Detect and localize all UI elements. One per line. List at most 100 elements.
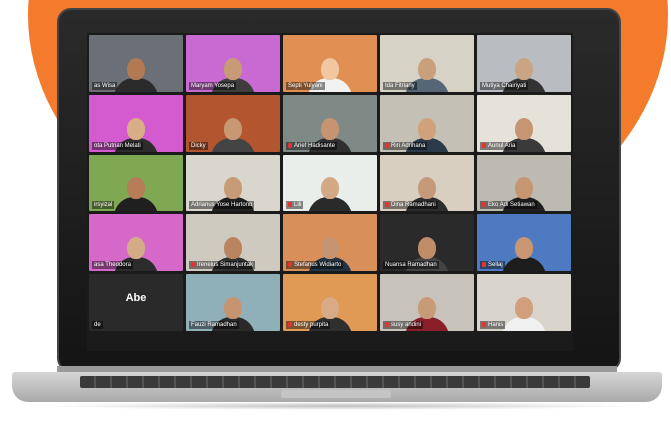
participant-name-text: susy andini	[391, 321, 422, 328]
participant-name-text: Adrianus Yose Hartono	[191, 202, 253, 209]
mic-muted-icon	[288, 142, 292, 148]
participant-tile[interactable]: Stefanus Widiarto	[283, 214, 377, 272]
participant-head	[224, 117, 242, 140]
participant-name-label: Maryam Yosepa	[189, 81, 237, 90]
participant-tile[interactable]: as Wisa	[89, 35, 183, 92]
participant-name-label: Septi Yulyani	[286, 81, 325, 90]
participant-name-text: Arief Hadisante	[294, 142, 336, 149]
participant-name-label: Eko Adi Setiawan	[480, 201, 537, 210]
participant-body	[308, 197, 352, 212]
participant-name-text: irsyizal	[94, 202, 113, 209]
participant-head	[127, 117, 145, 140]
participant-name-text: Septi Yulyani	[288, 82, 323, 89]
laptop-keyboard	[80, 376, 590, 388]
participant-name-label: Lili	[286, 201, 304, 210]
participant-head	[127, 57, 145, 80]
participant-head	[224, 296, 242, 319]
participant-head	[515, 296, 533, 319]
participant-tile[interactable]: Eko Adi Setiawan	[477, 154, 571, 212]
participant-tile[interactable]: Adrianus Yose Hartono	[186, 154, 280, 212]
participant-name-label: Sellaj	[480, 261, 505, 270]
participant-tile[interactable]: irsyizal	[89, 154, 183, 212]
participant-name-text: ota Putrian Melati	[94, 142, 141, 149]
participant-head	[321, 117, 339, 140]
participant-tile[interactable]: Lili	[283, 154, 377, 212]
participant-avatar-text: Abe	[125, 292, 147, 305]
participant-tile[interactable]: Dina Ramadhani	[380, 154, 474, 212]
participant-tile[interactable]: Ida Fitriany	[380, 35, 474, 92]
participant-name-text: Mutiya Chairiyati	[482, 82, 527, 89]
participant-body	[211, 137, 255, 152]
participant-name-label: as Wisa	[92, 81, 118, 90]
participant-name-text: Lili	[294, 202, 302, 209]
participant-name-text: Sellaj	[488, 262, 503, 269]
mic-muted-icon	[482, 202, 486, 208]
participant-name-text: Dicky	[191, 142, 206, 149]
participant-head	[418, 177, 436, 200]
participant-name-label: Mutiya Chairiyati	[480, 81, 529, 90]
participant-tile[interactable]: Nuansa Ramadhan	[380, 214, 474, 272]
participant-name-text: desty purpita	[294, 321, 329, 328]
participant-name-text: Ireneius Simanjuntak	[197, 262, 254, 269]
participant-tile[interactable]: Arief Hadisante	[283, 94, 377, 152]
participant-tile[interactable]: Hanis	[477, 274, 571, 331]
participant-head	[418, 237, 436, 260]
participant-name-label: Ireneius Simanjuntak	[189, 261, 256, 270]
mic-muted-icon	[385, 321, 389, 327]
participant-tile[interactable]: Abe de	[89, 274, 183, 331]
participant-tile[interactable]: Riri Adrihana	[380, 94, 474, 152]
participant-name-text: asa Theodora	[94, 262, 131, 269]
participant-tile[interactable]: Maryam Yosepa	[186, 35, 280, 92]
participant-head	[127, 177, 145, 200]
participant-name-text: Aunul Aria	[488, 142, 516, 149]
participant-name-label: Dina Ramadhani	[383, 201, 438, 210]
participant-head	[224, 177, 242, 200]
mic-muted-icon	[482, 321, 486, 327]
participant-body	[502, 257, 546, 272]
participant-name-label: ota Putrian Melati	[92, 141, 143, 150]
participant-head	[515, 117, 533, 140]
participant-name-label: Dicky	[189, 141, 208, 150]
participant-body	[502, 316, 546, 331]
participant-name-label: Nuansa Ramadhan	[383, 261, 439, 270]
participant-tile[interactable]: Mutiya Chairiyati	[477, 35, 571, 92]
participant-tile[interactable]: Septi Yulyani	[283, 35, 377, 92]
participant-name-text: Maryam Yosepa	[191, 82, 235, 89]
participant-tile[interactable]: ota Putrian Melati	[89, 94, 183, 152]
mic-muted-icon	[385, 202, 389, 208]
participant-tile[interactable]: Ireneius Simanjuntak	[186, 214, 280, 272]
mic-muted-icon	[482, 142, 486, 148]
participant-name-label: Aunul Aria	[480, 141, 518, 150]
participant-name-label: Riri Adrihana	[383, 141, 428, 150]
mic-muted-icon	[288, 262, 292, 268]
participant-tile[interactable]: asa Theodora	[89, 214, 183, 272]
participant-head	[515, 237, 533, 260]
participant-tile[interactable]: Aunul Aria	[477, 94, 571, 152]
participant-name-text: Nuansa Ramadhan	[385, 262, 437, 269]
participant-tile[interactable]: Fauzi Ramadhan	[186, 274, 280, 331]
participant-name-text: Dina Ramadhani	[391, 202, 436, 209]
participant-tile[interactable]: Sellaj	[477, 214, 571, 272]
participant-name-text: de	[94, 321, 101, 328]
participant-name-text: Eko Adi Setiawan	[488, 202, 535, 209]
participant-name-label: susy andini	[383, 320, 424, 329]
participant-grid: as Wisa Maryam Yosepa Septi Yulyani Ida Fit…	[87, 33, 573, 333]
participant-name-text: Fauzi Ramadhan	[191, 321, 237, 328]
participant-name-label: desty purpita	[286, 320, 331, 329]
participant-name-text: Ida Fitriany	[385, 82, 415, 89]
participant-tile[interactable]: desty purpita	[283, 274, 377, 331]
participant-name-text: Riri Adrihana	[391, 142, 426, 149]
participant-head	[418, 117, 436, 140]
participant-name-label: irsyizal	[92, 201, 115, 210]
participant-tile[interactable]: susy andini	[380, 274, 474, 331]
participant-tile[interactable]: Dicky	[186, 94, 280, 152]
participant-head	[418, 296, 436, 319]
participant-head	[321, 237, 339, 260]
screen-footer-bar	[87, 333, 573, 351]
participant-name-label: Hanis	[480, 320, 506, 329]
laptop-trackpad	[281, 390, 391, 398]
participant-head	[321, 57, 339, 80]
video-call-screen: as Wisa Maryam Yosepa Septi Yulyani Ida Fit…	[87, 33, 573, 351]
participant-head	[321, 177, 339, 200]
mic-muted-icon	[191, 262, 195, 268]
